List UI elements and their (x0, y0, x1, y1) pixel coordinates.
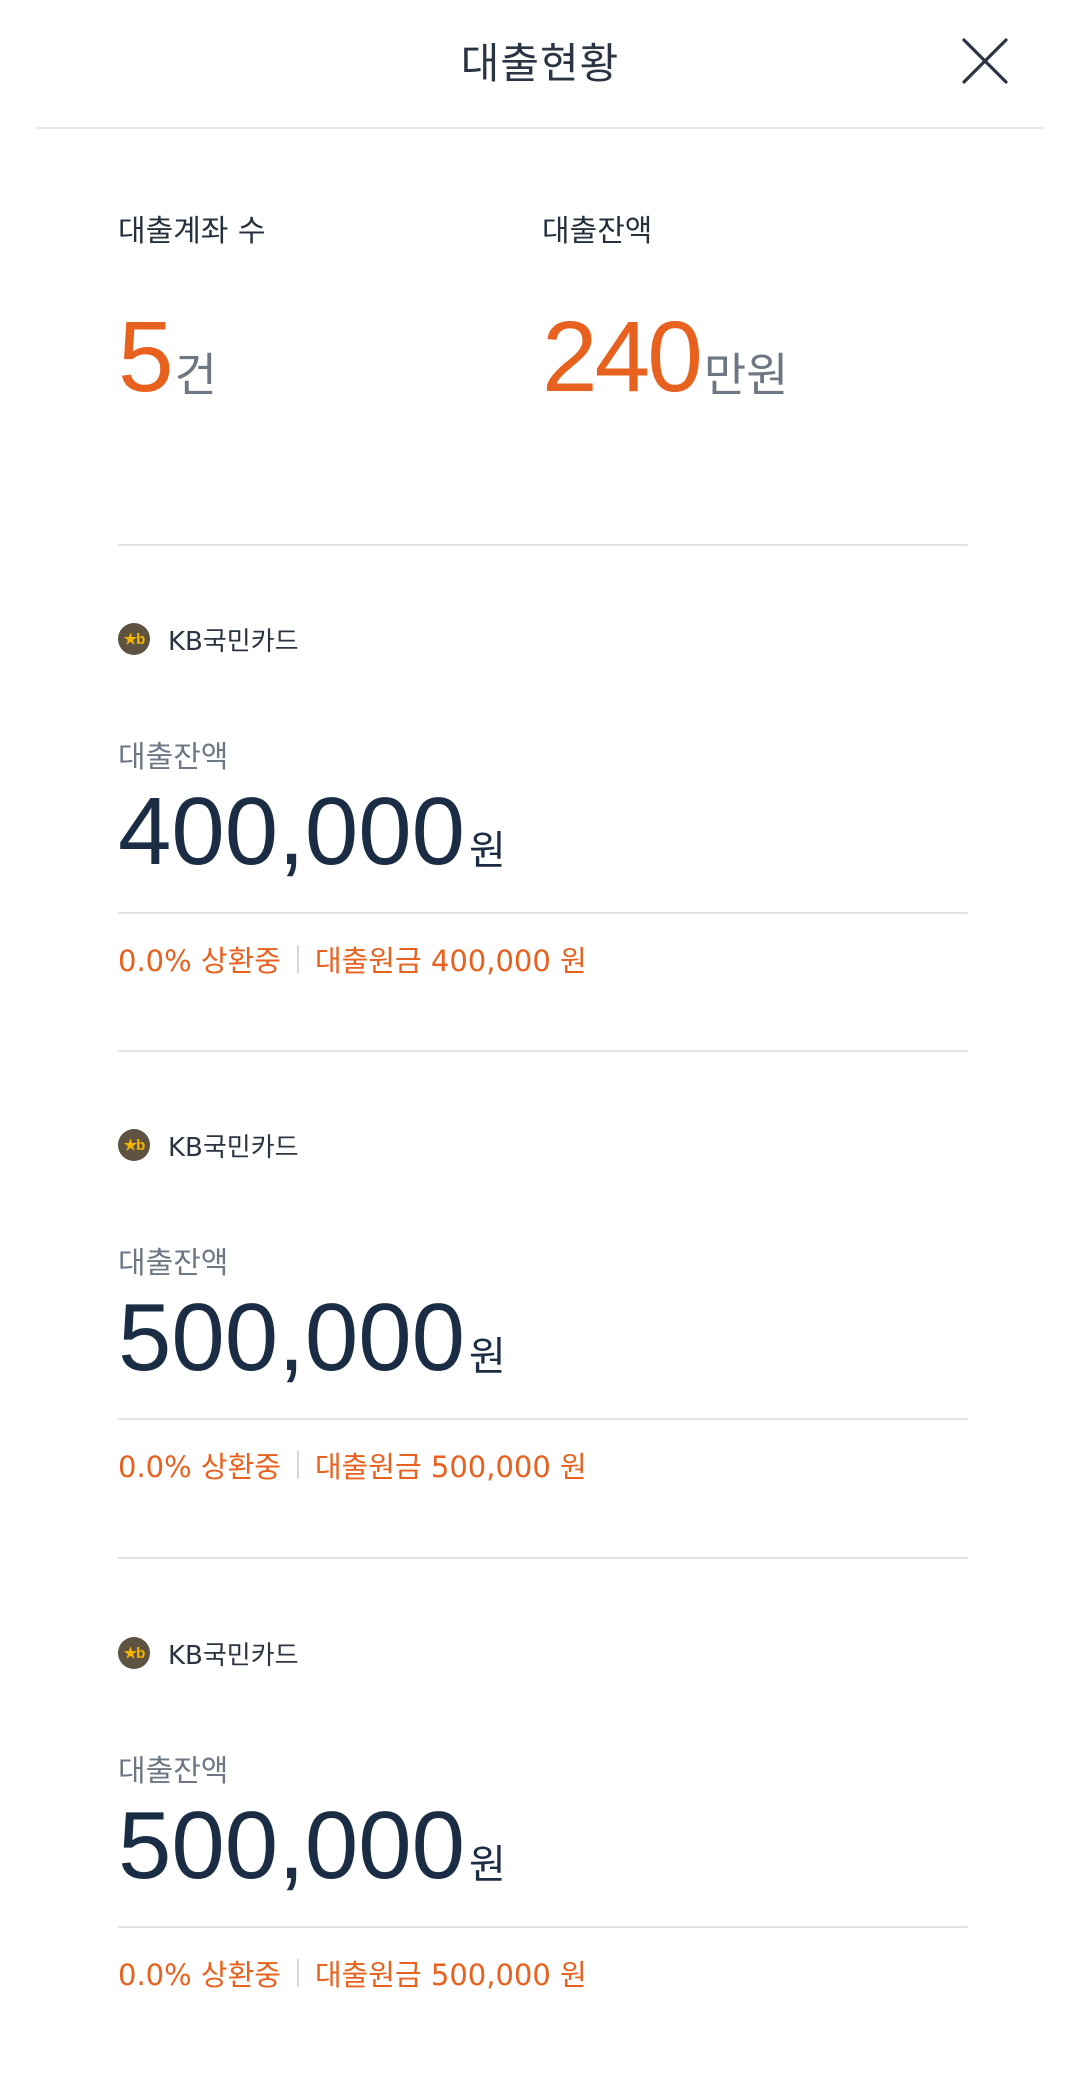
bank-row: ★b KB국민카드 (118, 1128, 299, 1163)
page-title: 대출현황 (460, 39, 620, 88)
close-icon (962, 38, 1008, 84)
total-balance-value-row: 240만원 (542, 302, 789, 412)
header-divider (36, 127, 1044, 129)
repay-status: 0.0% 상환중 (118, 1450, 281, 1484)
balance-label: 대출잔액 (118, 740, 229, 775)
bank-name: KB국민카드 (168, 1640, 299, 1671)
balance-amount: 500,000 (118, 1284, 466, 1391)
kb-logo-icon: ★b (118, 1129, 150, 1161)
balance-label: 대출잔액 (118, 1246, 229, 1281)
kb-logo-icon: ★b (118, 623, 150, 655)
repay-status: 0.0% 상환중 (118, 944, 281, 978)
loan-item[interactable]: ★b KB국민카드 대출잔액 500,000 원 0.0% 상환중 대출원금 50… (118, 1128, 968, 1568)
balance-label: 대출잔액 (118, 1754, 229, 1789)
balance-amount: 400,000 (118, 778, 466, 885)
total-balance-value: 240 (542, 301, 703, 413)
section-divider (118, 1050, 968, 1052)
balance-unit: 원 (469, 1842, 506, 1888)
balance-unit: 원 (469, 1334, 506, 1380)
loan-divider (118, 1926, 968, 1928)
close-button[interactable] (960, 36, 1010, 86)
accounts-count-value: 5 (118, 301, 174, 413)
loan-divider (118, 1418, 968, 1420)
accounts-count-block: 대출계좌 수 5건 (118, 210, 266, 412)
loan-detail-row: 0.0% 상환중 대출원금 500,000 원 (118, 1444, 587, 1486)
bank-name: KB국민카드 (168, 626, 299, 657)
section-divider (118, 1557, 968, 1559)
accounts-count-unit: 건 (174, 348, 217, 402)
total-balance-unit: 만원 (703, 348, 789, 402)
loan-summary: 대출계좌 수 5건 대출잔액 240만원 (118, 210, 968, 430)
kb-logo-icon: ★b (118, 1637, 150, 1669)
repay-status: 0.0% 상환중 (118, 1958, 281, 1992)
bank-name: KB국민카드 (168, 1132, 299, 1163)
section-divider (118, 544, 968, 546)
balance-amount: 500,000 (118, 1792, 466, 1899)
loan-principal: 대출원금 500,000 원 (314, 1958, 587, 1992)
loan-detail-row: 0.0% 상환중 대출원금 500,000 원 (118, 1952, 587, 1994)
loan-item[interactable]: ★b KB국민카드 대출잔액 400,000 원 0.0% 상환중 대출원금 40… (118, 622, 968, 1062)
loan-item[interactable]: ★b KB국민카드 대출잔액 500,000 원 0.0% 상환중 대출원금 50… (118, 1636, 968, 2076)
accounts-count-label: 대출계좌 수 (118, 214, 266, 249)
loan-divider (118, 912, 968, 914)
detail-separator (296, 945, 299, 973)
loan-detail-row: 0.0% 상환중 대출원금 400,000 원 (118, 938, 587, 980)
detail-separator (296, 1451, 299, 1479)
balance-value-row: 500,000 원 (118, 1288, 506, 1388)
total-balance-label: 대출잔액 (542, 214, 653, 249)
bank-row: ★b KB국민카드 (118, 1636, 299, 1671)
detail-separator (296, 1959, 299, 1987)
bank-row: ★b KB국민카드 (118, 622, 299, 657)
balance-unit: 원 (469, 828, 506, 874)
balance-value-row: 400,000 원 (118, 782, 506, 882)
header-bar: 대출현황 (0, 0, 1080, 129)
loan-principal: 대출원금 500,000 원 (314, 1450, 587, 1484)
balance-value-row: 500,000 원 (118, 1796, 506, 1896)
total-balance-block: 대출잔액 240만원 (542, 210, 789, 412)
loan-principal: 대출원금 400,000 원 (314, 944, 587, 978)
accounts-count-value-row: 5건 (118, 302, 266, 412)
